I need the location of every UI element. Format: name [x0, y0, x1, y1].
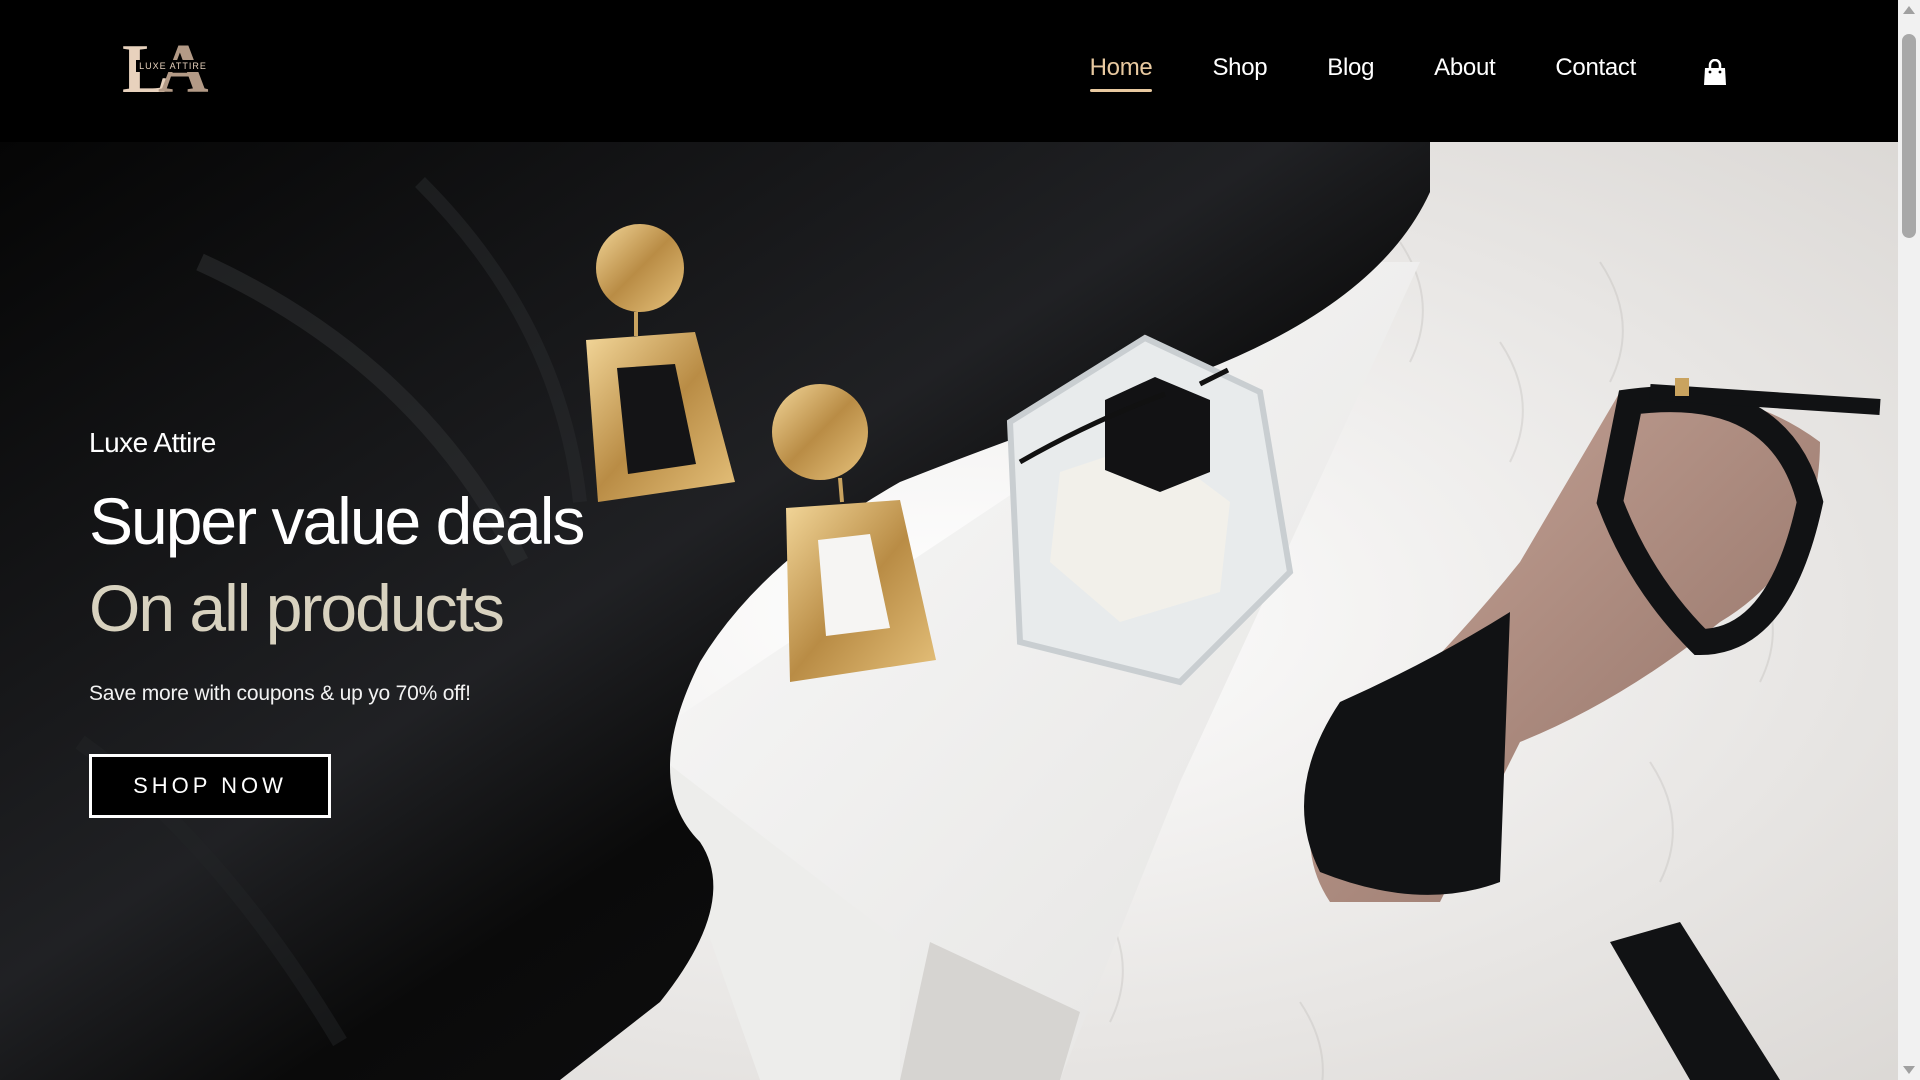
scroll-up-icon[interactable]: [1903, 6, 1915, 14]
nav-shop[interactable]: Shop: [1212, 54, 1267, 92]
hero-brand-line: Luxe Attire: [89, 427, 216, 458]
scroll-down-icon[interactable]: [1903, 1066, 1915, 1074]
scroll-thumb[interactable]: [1902, 34, 1916, 238]
hero-subheadline: On all products: [89, 570, 505, 645]
site-logo[interactable]: L A LUXE ATTIRE: [120, 30, 230, 108]
hero-banner: Luxe Attire Super value deals On all pro…: [0, 142, 1898, 1080]
site-header: L A LUXE ATTIRE Home Shop Blog About Con…: [0, 0, 1898, 142]
logo-mark-icon: L A LUXE ATTIRE: [122, 31, 210, 108]
nav-blog[interactable]: Blog: [1327, 54, 1374, 92]
hero-description: Save more with coupons & up yo 70% off!: [89, 682, 471, 706]
page-scrollbar[interactable]: [1898, 0, 1920, 1080]
main-nav: Home Shop Blog About Contact: [1030, 50, 1728, 96]
hero-text-block: Luxe Attire Super value deals On all pro…: [89, 427, 585, 819]
shop-now-button[interactable]: SHOP NOW: [89, 754, 331, 819]
shopping-bag-icon[interactable]: [1702, 58, 1728, 87]
hero-headline: Super value deals: [89, 484, 585, 558]
nav-about[interactable]: About: [1434, 54, 1496, 92]
nav-home[interactable]: Home: [1089, 54, 1153, 92]
logo-text: LUXE ATTIRE: [139, 61, 207, 71]
nav-contact[interactable]: Contact: [1555, 54, 1636, 92]
